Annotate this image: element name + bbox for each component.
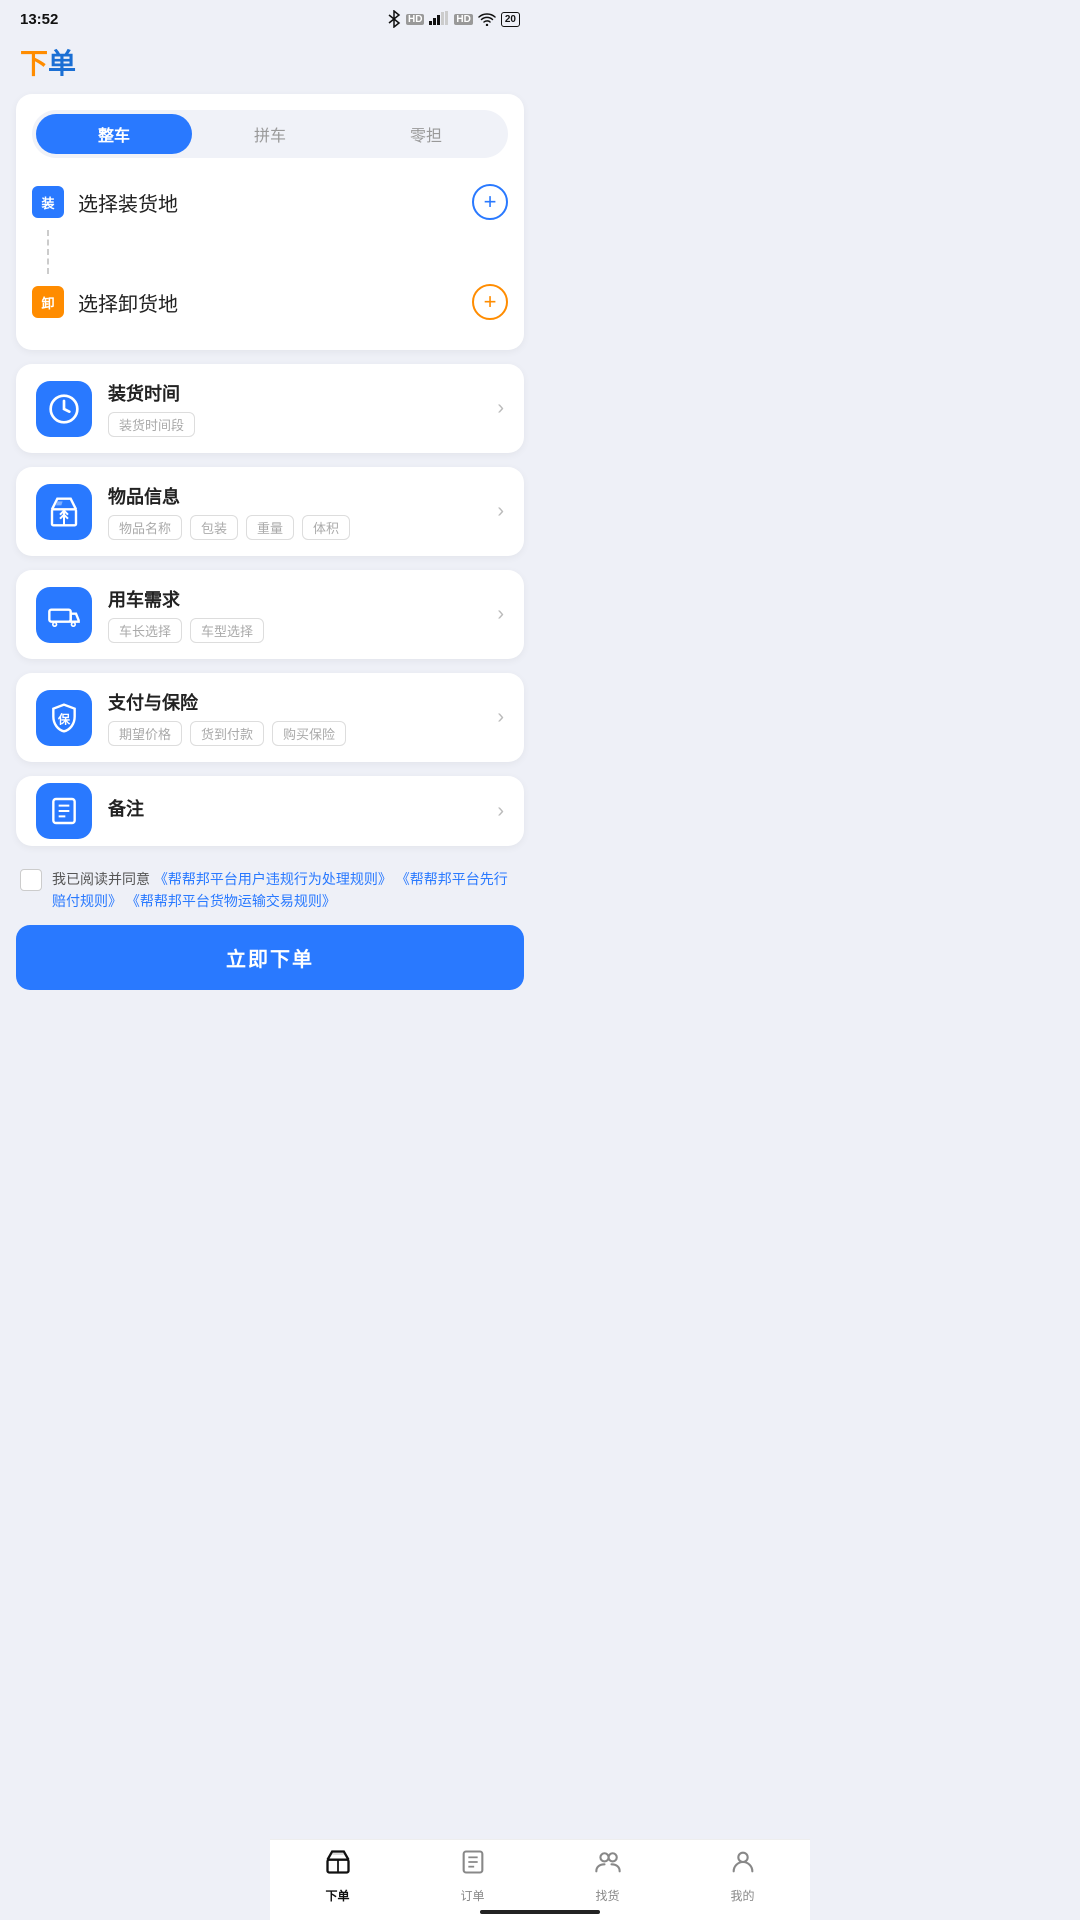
signal-bars <box>429 11 449 28</box>
tag-expected-price: 期望价格 <box>108 721 182 746</box>
box-icon <box>48 496 80 528</box>
loading-time-tags: 装货时间段 <box>108 412 489 437</box>
hd-label: HD <box>406 14 424 25</box>
tag-volume: 体积 <box>302 515 350 540</box>
note-title: 备注 <box>108 795 489 821</box>
tag-payment-on-delivery: 货到付款 <box>190 721 264 746</box>
nav-item-orders[interactable]: 订单 <box>405 1848 540 1904</box>
goods-info-content: 物品信息 物品名称 包装 重量 体积 <box>108 483 489 540</box>
note-icon-wrap <box>36 783 92 839</box>
agreement-checkbox[interactable] <box>20 869 42 891</box>
bluetooth-icon <box>387 10 401 28</box>
add-unload-button[interactable]: + <box>472 284 508 320</box>
submit-order-button[interactable]: 立即下单 <box>16 925 524 990</box>
unload-location-label: 选择卸货地 <box>78 288 472 317</box>
bottom-nav: 下单 订单 找货 <box>270 1839 810 1920</box>
truck-icon <box>48 599 80 631</box>
goods-info-card[interactable]: 物品信息 物品名称 包装 重量 体积 › <box>16 467 524 556</box>
chevron-right-note: › <box>497 800 504 823</box>
note-content: 备注 <box>108 795 489 827</box>
order-type-card: 整车 拼车 零担 装 选择装货地 + 卸 选择卸货地 + <box>16 94 524 350</box>
nav-item-mine[interactable]: 我的 <box>675 1848 810 1904</box>
tag-time-slot: 装货时间段 <box>108 412 195 437</box>
main-content: 整车 拼车 零担 装 选择装货地 + 卸 选择卸货地 + <box>0 94 540 1106</box>
payment-insurance-card[interactable]: 保 支付与保险 期望价格 货到付款 购买保险 › <box>16 673 524 762</box>
location-section: 装 选择装货地 + 卸 选择卸货地 + <box>32 166 508 334</box>
tab-whole-truck[interactable]: 整车 <box>36 114 192 154</box>
status-bar: 13:52 HD HD 20 <box>0 0 540 36</box>
tag-car-type: 车型选择 <box>190 618 264 643</box>
tag-goods-name: 物品名称 <box>108 515 182 540</box>
chevron-right-goods: › <box>497 500 504 523</box>
app-title: 下单 <box>20 42 520 82</box>
unload-badge: 卸 <box>32 286 64 318</box>
tag-packaging: 包装 <box>190 515 238 540</box>
bottom-indicator <box>480 1910 600 1914</box>
shield-icon-wrap: 保 <box>36 690 92 746</box>
loading-time-card[interactable]: 装货时间 装货时间段 › <box>16 364 524 453</box>
svg-text:保: 保 <box>57 711 71 726</box>
agreement-row: 我已阅读并同意 《帮帮邦平台用户违规行为处理规则》 《帮帮邦平台先行赔付规则》 … <box>16 860 524 925</box>
nav-list-icon <box>459 1848 487 1883</box>
box-icon-wrap <box>36 484 92 540</box>
note-card[interactable]: 备注 › <box>16 776 524 846</box>
goods-info-title: 物品信息 <box>108 483 489 509</box>
tab-selector: 整车 拼车 零担 <box>32 110 508 158</box>
nav-person-icon <box>729 1848 757 1883</box>
add-load-button[interactable]: + <box>472 184 508 220</box>
nav-label-mine: 我的 <box>730 1887 754 1904</box>
note-icon <box>48 795 80 827</box>
nav-label-orders: 订单 <box>460 1887 484 1904</box>
goods-info-tags: 物品名称 包装 重量 体积 <box>108 515 489 540</box>
status-time: 13:52 <box>20 11 58 28</box>
payment-insurance-tags: 期望价格 货到付款 购买保险 <box>108 721 489 746</box>
tab-shared-truck[interactable]: 拼车 <box>192 114 348 154</box>
clock-icon <box>48 393 80 425</box>
load-badge: 装 <box>32 186 64 218</box>
nav-item-find[interactable]: 找货 <box>540 1848 675 1904</box>
clock-icon-wrap <box>36 381 92 437</box>
nav-label-find: 找货 <box>595 1887 619 1904</box>
shield-icon: 保 <box>48 702 80 734</box>
agreement-text: 我已阅读并同意 《帮帮邦平台用户违规行为处理规则》 《帮帮邦平台先行赔付规则》 … <box>52 868 520 913</box>
hd-label2: HD <box>454 14 472 25</box>
truck-icon-wrap <box>36 587 92 643</box>
unload-location-row[interactable]: 卸 选择卸货地 + <box>32 274 508 330</box>
payment-insurance-title: 支付与保险 <box>108 689 489 715</box>
tag-weight: 重量 <box>246 515 294 540</box>
nav-label-order: 下单 <box>325 1887 349 1904</box>
agreement-prefix: 我已阅读并同意 <box>52 871 154 887</box>
agreement-link-1[interactable]: 《帮帮邦平台用户违规行为处理规则》 <box>154 871 392 887</box>
tag-car-length: 车长选择 <box>108 618 182 643</box>
wifi-icon <box>478 12 496 26</box>
payment-insurance-content: 支付与保险 期望价格 货到付款 购买保险 <box>108 689 489 746</box>
dashed-connector <box>47 230 49 274</box>
car-requirement-title: 用车需求 <box>108 586 489 612</box>
signal-icon <box>429 11 449 25</box>
nav-box-icon <box>324 1848 352 1883</box>
car-requirement-card[interactable]: 用车需求 车长选择 车型选择 › <box>16 570 524 659</box>
header: 下单 <box>0 36 540 94</box>
car-requirement-content: 用车需求 车长选择 车型选择 <box>108 586 489 643</box>
chevron-right-time: › <box>497 397 504 420</box>
loading-time-content: 装货时间 装货时间段 <box>108 380 489 437</box>
car-requirement-tags: 车长选择 车型选择 <box>108 618 489 643</box>
battery-icon: 20 <box>501 12 520 27</box>
load-location-label: 选择装货地 <box>78 188 472 217</box>
tag-buy-insurance: 购买保险 <box>272 721 346 746</box>
nav-group-icon <box>594 1848 622 1883</box>
tab-ltl[interactable]: 零担 <box>348 114 504 154</box>
load-location-row[interactable]: 装 选择装货地 + <box>32 174 508 230</box>
agreement-link-3[interactable]: 《帮帮邦平台货物运输交易规则》 <box>126 893 336 909</box>
chevron-right-car: › <box>497 603 504 626</box>
nav-item-order[interactable]: 下单 <box>270 1848 405 1904</box>
chevron-right-payment: › <box>497 706 504 729</box>
status-icons: HD HD 20 <box>387 10 520 28</box>
loading-time-title: 装货时间 <box>108 380 489 406</box>
